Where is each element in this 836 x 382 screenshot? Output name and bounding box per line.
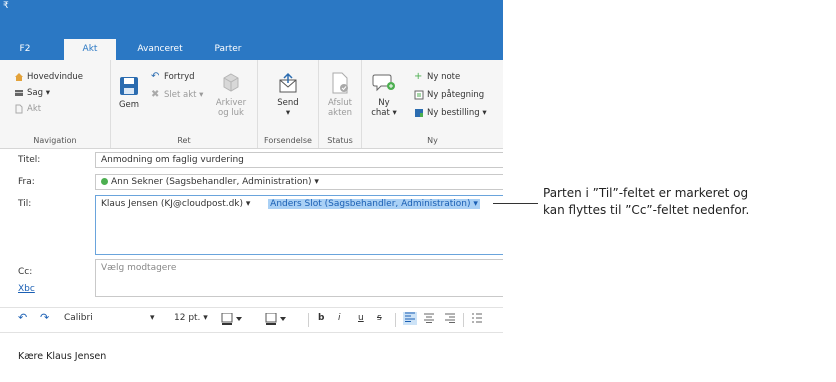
ribbon-group-navigation: Hovedvindue Sag ▾ Akt Navigation (0, 60, 111, 148)
hovedvindue-button[interactable]: Hovedvindue (14, 72, 83, 82)
save-icon (120, 77, 138, 95)
ribbon-tabs: F2 Akt Avanceret Parter (0, 39, 503, 60)
format-toolbar: ↶ ↷ Calibri ▾ 12 pt. ▾ b i u s (0, 307, 503, 333)
til-field[interactable]: Klaus Jensen (KJ@cloudpost.dk) ▾ Anders … (95, 195, 503, 255)
titel-input[interactable]: Anmodning om faglig vurdering (95, 152, 503, 168)
ribbon-group-ret: Gem ↶ Fortryd ✖ Slet akt ▾ Arkiver og lu… (111, 60, 258, 148)
align-center-icon[interactable] (424, 313, 434, 326)
cc-input[interactable]: Vælg modtagere (95, 259, 503, 297)
title-bar: ₹ (0, 0, 503, 39)
toolbar-separator (463, 313, 464, 327)
fra-field[interactable]: Ann Sekner (Sagsbehandler, Administratio… (95, 174, 503, 190)
list-icon[interactable] (472, 313, 482, 326)
ribbon: Hovedvindue Sag ▾ Akt Navigation Gem ↶ F… (0, 60, 503, 149)
cc-label: Cc: (18, 267, 33, 277)
document-icon (15, 104, 23, 114)
fra-sender[interactable]: Ann Sekner (Sagsbehandler, Administratio… (111, 177, 319, 187)
italic-button[interactable]: i (338, 313, 341, 323)
font-size-dropdown[interactable]: 12 pt. ▾ (174, 313, 208, 323)
order-icon (415, 109, 423, 117)
tab-f2[interactable]: F2 (8, 39, 42, 60)
folder-icon (15, 90, 23, 96)
ny-bestilling-button[interactable]: Ny bestilling ▾ (414, 108, 487, 118)
titel-label: Titel: (18, 155, 41, 165)
ribbon-group-ny: Ny chat ▾ + Ny note Ny påtegning Ny best… (362, 60, 503, 148)
undo-icon: ↶ (151, 71, 160, 82)
group-label-ret: Ret (177, 136, 191, 145)
compose-header-form: Titel: Anmodning om faglig vurdering Fra… (0, 149, 503, 299)
fortryd-button[interactable]: ↶ Fortryd (151, 71, 195, 83)
redo-icon[interactable]: ↷ (40, 311, 49, 324)
ny-note-button[interactable]: + Ny note (414, 71, 460, 83)
ribbon-group-forsendelse: Send ▾ Forsendelse (258, 60, 319, 148)
toolbar-separator (395, 313, 396, 327)
bold-button[interactable]: b (318, 313, 324, 323)
slet-akt-button[interactable]: ✖ Slet akt ▾ (151, 89, 203, 101)
quick-access-menu[interactable]: ₹ (3, 1, 9, 11)
home-icon (15, 73, 23, 81)
annotation-icon (414, 90, 424, 100)
presence-indicator-icon (101, 178, 108, 185)
akt-button[interactable]: Akt (14, 104, 41, 114)
strikethrough-button[interactable]: s (377, 313, 382, 323)
chat-icon (372, 74, 395, 92)
add-note-icon: + (414, 71, 423, 82)
group-label-forsendelse: Forsendelse (264, 136, 312, 145)
ny-paategning-button[interactable]: Ny påtegning (414, 90, 484, 100)
ribbon-group-status: Afslut akten Status (319, 60, 362, 148)
group-label-ny: Ny (427, 136, 438, 145)
send-button[interactable]: Send ▾ (268, 72, 308, 118)
tab-avanceret[interactable]: Avanceret (128, 39, 192, 60)
til-recipient-klaus[interactable]: Klaus Jensen (KJ@cloudpost.dk) ▾ (101, 199, 250, 209)
undo-icon[interactable]: ↶ (18, 311, 27, 324)
send-envelope-icon (279, 72, 297, 93)
font-name[interactable]: Calibri (64, 313, 93, 323)
xbc-link[interactable]: Xbc (18, 284, 35, 294)
font-dropdown-arrow[interactable]: ▾ (150, 313, 155, 323)
afslut-akten-button[interactable]: Afslut akten (321, 72, 359, 118)
complete-document-icon (332, 72, 348, 94)
ny-chat-button[interactable]: Ny chat ▾ (368, 72, 400, 118)
callout-line-2: kan flyttes til ”Cc”-feltet nedenfor. (543, 203, 750, 217)
group-label-navigation: Navigation (33, 136, 77, 145)
archive-icon (223, 73, 239, 92)
callout-leader-line (493, 203, 538, 204)
highlight-color-icon[interactable] (221, 312, 243, 328)
message-body[interactable]: Kære Klaus Jensen (18, 351, 106, 362)
group-label-status: Status (327, 136, 353, 145)
tab-akt[interactable]: Akt (64, 39, 116, 60)
align-left-icon[interactable] (403, 312, 417, 325)
font-color-icon[interactable] (265, 312, 287, 328)
callout-line-1: Parten i ”Til”-feltet er markeret og (543, 186, 749, 200)
fra-label: Fra: (18, 177, 35, 187)
til-label: Til: (18, 199, 32, 209)
sag-button[interactable]: Sag ▾ (14, 88, 50, 98)
toolbar-separator (308, 313, 309, 327)
callout-annotation: Parten i ”Til”-feltet er markeret og kan… (543, 185, 749, 219)
underline-button[interactable]: u (358, 313, 364, 323)
align-right-icon[interactable] (445, 313, 455, 326)
tab-parter[interactable]: Parter (206, 39, 250, 60)
gem-button[interactable]: Gem (115, 76, 143, 110)
arkiver-og-luk-button[interactable]: Arkiver og luk (211, 72, 251, 118)
til-recipient-anders-selected[interactable]: Anders Slot (Sagsbehandler, Administrati… (268, 199, 480, 209)
email-compose-window: ₹ F2 Akt Avanceret Parter Hovedvindue Sa… (0, 0, 503, 382)
delete-icon: ✖ (151, 89, 160, 100)
